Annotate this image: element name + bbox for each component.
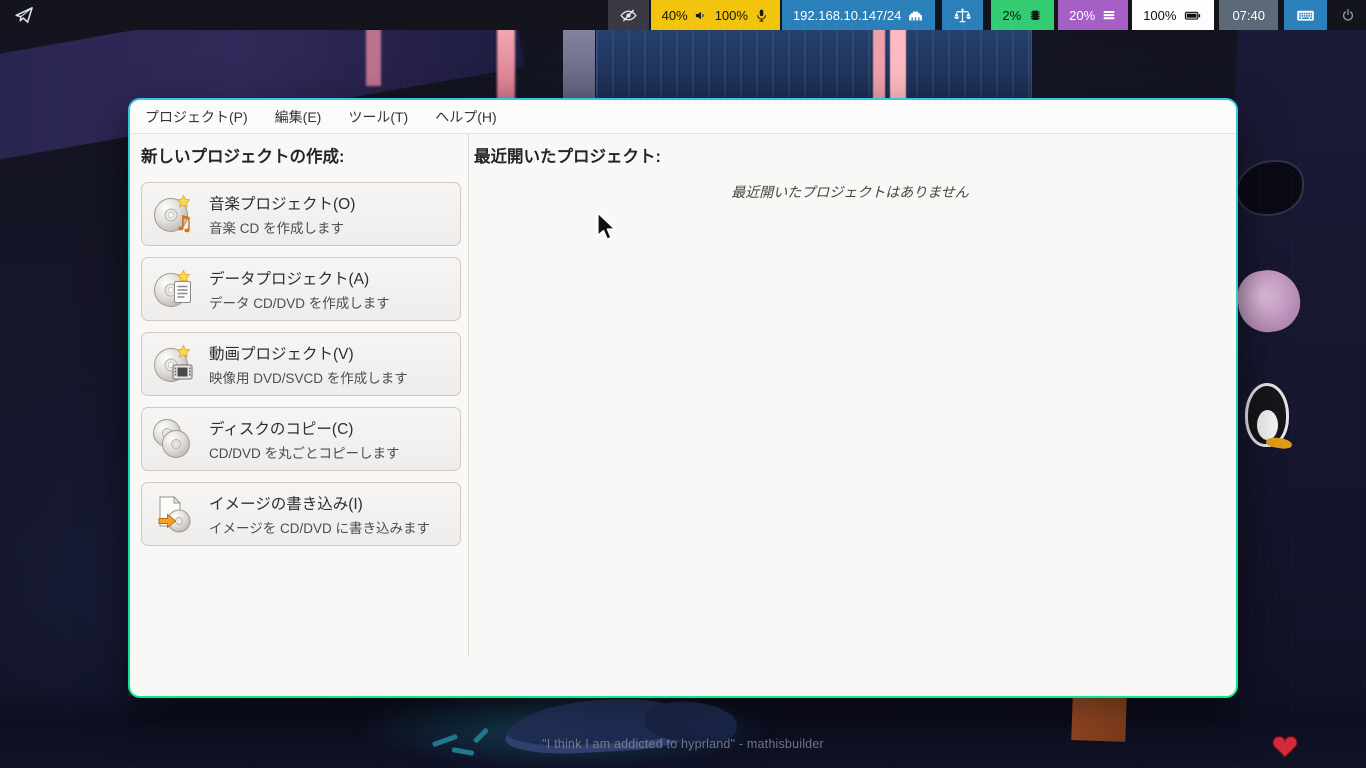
button-subtitle: 映像用 DVD/SVCD を作成します	[209, 370, 408, 386]
ip-address: 192.168.10.147/24	[792, 7, 902, 23]
button-title: イメージの書き込み(I)	[209, 495, 363, 513]
cpu-module[interactable]: 2%	[991, 0, 1055, 30]
button-subtitle: CD/DVD を丸ごとコピーします	[209, 445, 400, 461]
video-project-icon	[154, 345, 193, 382]
clock-module[interactable]: 07:40	[1219, 0, 1278, 30]
button-subtitle: 音楽 CD を作成します	[209, 220, 344, 236]
app-launcher-button[interactable]	[0, 0, 48, 30]
time: 07:40	[1232, 7, 1265, 23]
status-bar: 40% 100% 192.168.10.147/24 2% 20% 100% 0…	[0, 0, 1366, 30]
menu-edit[interactable]: 編集(E)	[275, 107, 322, 127]
idle-inhibitor-module[interactable]	[607, 0, 649, 30]
bar-spacer	[48, 0, 606, 30]
menu-project[interactable]: プロジェクト(P)	[145, 107, 248, 127]
power-icon	[1343, 8, 1353, 21]
recent-projects-heading: 最近開いたプロジェクト:	[474, 148, 661, 166]
battery-level: 100%	[1143, 7, 1177, 23]
recent-projects-empty-message: 最近開いたプロジェクトはありません	[731, 184, 969, 200]
ethernet-icon	[909, 11, 923, 20]
memory-bars-icon	[1103, 11, 1115, 20]
disc-copy-icon	[153, 419, 190, 458]
speaker-icon	[695, 11, 704, 19]
volume-level: 40%	[661, 7, 688, 23]
button-subtitle: データ CD/DVD を作成します	[209, 295, 390, 311]
button-title: 動画プロジェクト(V)	[209, 345, 354, 363]
scale-module[interactable]	[942, 0, 984, 30]
scale-icon	[954, 8, 972, 22]
memory-usage: 20%	[1069, 7, 1096, 23]
power-button[interactable]	[1330, 0, 1366, 30]
microphone-icon	[757, 9, 766, 22]
burn-image-button[interactable]: イメージの書き込み(I) イメージを CD/DVD に書き込みます	[141, 482, 461, 546]
button-subtitle: イメージを CD/DVD に書き込みます	[209, 520, 430, 536]
cpu-usage: 2%	[1002, 7, 1022, 23]
menu-bar: プロジェクト(P) 編集(E) ツール(T) ヘルプ(H)	[130, 100, 1236, 134]
menu-help[interactable]: ヘルプ(H)	[435, 107, 496, 127]
battery-module[interactable]: 100%	[1132, 0, 1215, 30]
desktop-quote: "I think I am addicted to hyprland" - ma…	[542, 737, 824, 751]
memory-module[interactable]: 20%	[1058, 0, 1129, 30]
brasero-window: プロジェクト(P) 編集(E) ツール(T) ヘルプ(H) 新しいプロジェクトの…	[128, 98, 1238, 698]
battery-icon	[1185, 11, 1201, 20]
disc-copy-button[interactable]: ディスクのコピー(C) CD/DVD を丸ごとコピーします	[141, 407, 461, 471]
network-module[interactable]: 192.168.10.147/24	[781, 0, 936, 30]
keyboard-icon	[1297, 10, 1314, 21]
mic-level: 100%	[714, 7, 748, 23]
menu-tools[interactable]: ツール(T)	[348, 107, 408, 127]
button-title: 音楽プロジェクト(O)	[209, 195, 356, 213]
new-project-heading: 新しいプロジェクトの作成:	[141, 148, 345, 166]
keyboard-layout-module[interactable]	[1284, 0, 1327, 30]
audio-project-icon: ♫	[154, 195, 193, 235]
new-project-panel: 新しいプロジェクトの作成: ♫ 音楽プロジェクト(O) 音楽 CD を作成します	[130, 134, 468, 696]
button-title: データプロジェクト(A)	[209, 270, 370, 288]
button-title: ディスクのコピー(C)	[209, 420, 354, 438]
microchip-icon	[1031, 10, 1040, 20]
mouse-cursor	[596, 211, 617, 241]
burn-image-icon	[158, 495, 191, 533]
eye-slash-icon	[620, 8, 637, 22]
audio-module[interactable]: 40% 100%	[650, 0, 780, 30]
paper-plane-icon	[15, 7, 33, 23]
audio-project-button[interactable]: ♫ 音楽プロジェクト(O) 音楽 CD を作成します	[141, 182, 461, 246]
svg-text:♫: ♫	[175, 211, 193, 235]
data-project-button[interactable]: データプロジェクト(A) データ CD/DVD を作成します	[141, 257, 461, 321]
pane-separator	[468, 134, 469, 656]
video-project-button[interactable]: 動画プロジェクト(V) 映像用 DVD/SVCD を作成します	[141, 332, 461, 396]
recent-projects-panel: 最近開いたプロジェクト: 最近開いたプロジェクトはありません	[468, 134, 1236, 696]
data-project-icon	[154, 270, 191, 307]
